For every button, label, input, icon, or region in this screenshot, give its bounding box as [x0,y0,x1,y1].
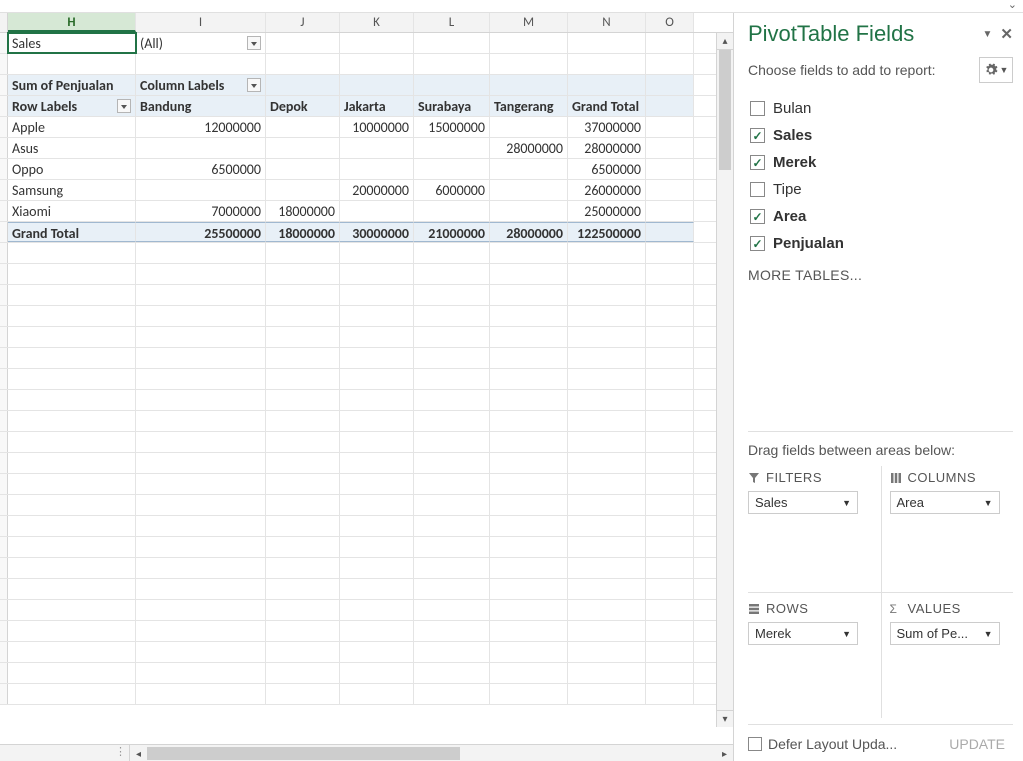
field-label: Bulan [773,100,811,117]
checkbox[interactable]: ✓ [750,209,765,224]
row-label[interactable]: Apple [8,117,136,137]
scrollbar-thumb[interactable] [719,50,731,170]
chevron-down-icon[interactable]: ⌄ [1008,0,1017,11]
field-label: Sales [773,127,812,144]
column-header-M[interactable]: M [490,13,568,32]
field-label: Merek [773,154,816,171]
row-label[interactable]: Asus [8,138,136,158]
filter-dropdown-icon[interactable] [247,36,261,50]
field-label: Tipe [773,181,802,198]
column-header-N[interactable]: N [568,13,646,32]
column-headers: HIJKLMNO [0,13,733,33]
checkbox[interactable]: ✓ [750,236,765,251]
field-item-penjualan[interactable]: ✓ Penjualan [748,230,1013,257]
filter-dropdown-icon[interactable] [247,78,261,92]
ribbon-collapse-bar: ⌄ [0,0,1023,13]
filter-field-pill[interactable]: Sales▼ [748,491,858,514]
report-filter-value[interactable]: (All) [136,33,266,53]
horizontal-scrollbar[interactable]: ◂ ▸ [0,744,733,761]
scroll-right-arrow[interactable]: ▸ [716,747,733,760]
rows-field-pill[interactable]: Merek▼ [748,622,858,645]
defer-label: Defer Layout Upda... [768,736,935,752]
scroll-up-arrow[interactable]: ▴ [717,33,733,50]
pane-subtext: Choose fields to add to report: [748,61,979,79]
column-header-K[interactable]: K [340,13,414,32]
column-header-I[interactable]: I [136,13,266,32]
values-area[interactable]: ΣVALUES Sum of Pe...▼ [881,592,1014,718]
column-header-L[interactable]: L [414,13,490,32]
column-header-O[interactable]: O [646,13,694,32]
field-label: Area [773,208,806,225]
defer-checkbox[interactable] [748,737,762,751]
grand-total-label[interactable]: Grand Total [8,222,136,242]
scroll-down-arrow[interactable]: ▾ [717,710,733,727]
vertical-scrollbar[interactable]: ▴ ▾ [716,33,733,727]
row-labels-dropdown[interactable]: Row Labels [8,96,136,116]
columns-area[interactable]: COLUMNS Area▼ [881,466,1014,592]
field-item-tipe[interactable]: Tipe [748,176,1013,203]
tools-button[interactable]: ▼ [979,57,1013,83]
values-field-pill[interactable]: Sum of Pe...▼ [890,622,1000,645]
filter-icon [748,472,760,484]
worksheet-grid: HIJKLMNO Sales(All) Sum of PenjualanColum… [0,13,733,761]
checkbox[interactable]: ✓ [750,155,765,170]
close-icon[interactable]: ✕ [1000,25,1013,43]
field-item-merek[interactable]: ✓ Merek [748,149,1013,176]
hscroll-thumb[interactable] [147,747,460,760]
sheet-tab-splitter[interactable] [0,745,130,761]
pivottable-fields-pane: PivotTable Fields ▼ ✕ Choose fields to a… [733,13,1023,761]
column-header-J[interactable]: J [266,13,340,32]
report-filter-label[interactable]: Sales [8,33,136,53]
field-item-sales[interactable]: ✓ Sales [748,122,1013,149]
row-label[interactable]: Oppo [8,159,136,179]
column-labels-dropdown[interactable]: Column Labels [136,75,266,95]
column-header-H[interactable]: H [8,13,136,32]
checkbox[interactable] [750,182,765,197]
gear-icon [984,63,998,77]
filter-dropdown-icon[interactable] [117,99,131,113]
more-tables-link[interactable]: MORE TABLES... [748,267,1013,283]
rows-icon [748,603,760,615]
row-label[interactable]: Samsung [8,180,136,200]
field-item-area[interactable]: ✓ Area [748,203,1013,230]
filters-area[interactable]: FILTERS Sales▼ [748,466,881,592]
field-item-bulan[interactable]: Bulan [748,95,1013,122]
checkbox[interactable] [750,101,765,116]
drag-areas-label: Drag fields between areas below: [748,431,1013,458]
row-label[interactable]: Xiaomi [8,201,136,221]
scroll-left-arrow[interactable]: ◂ [130,747,147,760]
checkbox[interactable]: ✓ [750,128,765,143]
pivot-sum-label[interactable]: Sum of Penjualan [8,75,136,95]
sigma-icon: Σ [890,603,902,615]
pane-title: PivotTable Fields [748,21,983,47]
columns-field-pill[interactable]: Area▼ [890,491,1000,514]
columns-icon [890,472,902,484]
rows-area[interactable]: ROWS Merek▼ [748,592,881,718]
field-label: Penjualan [773,235,844,252]
update-button[interactable]: UPDATE [941,733,1013,755]
pane-menu-icon[interactable]: ▼ [983,29,993,40]
